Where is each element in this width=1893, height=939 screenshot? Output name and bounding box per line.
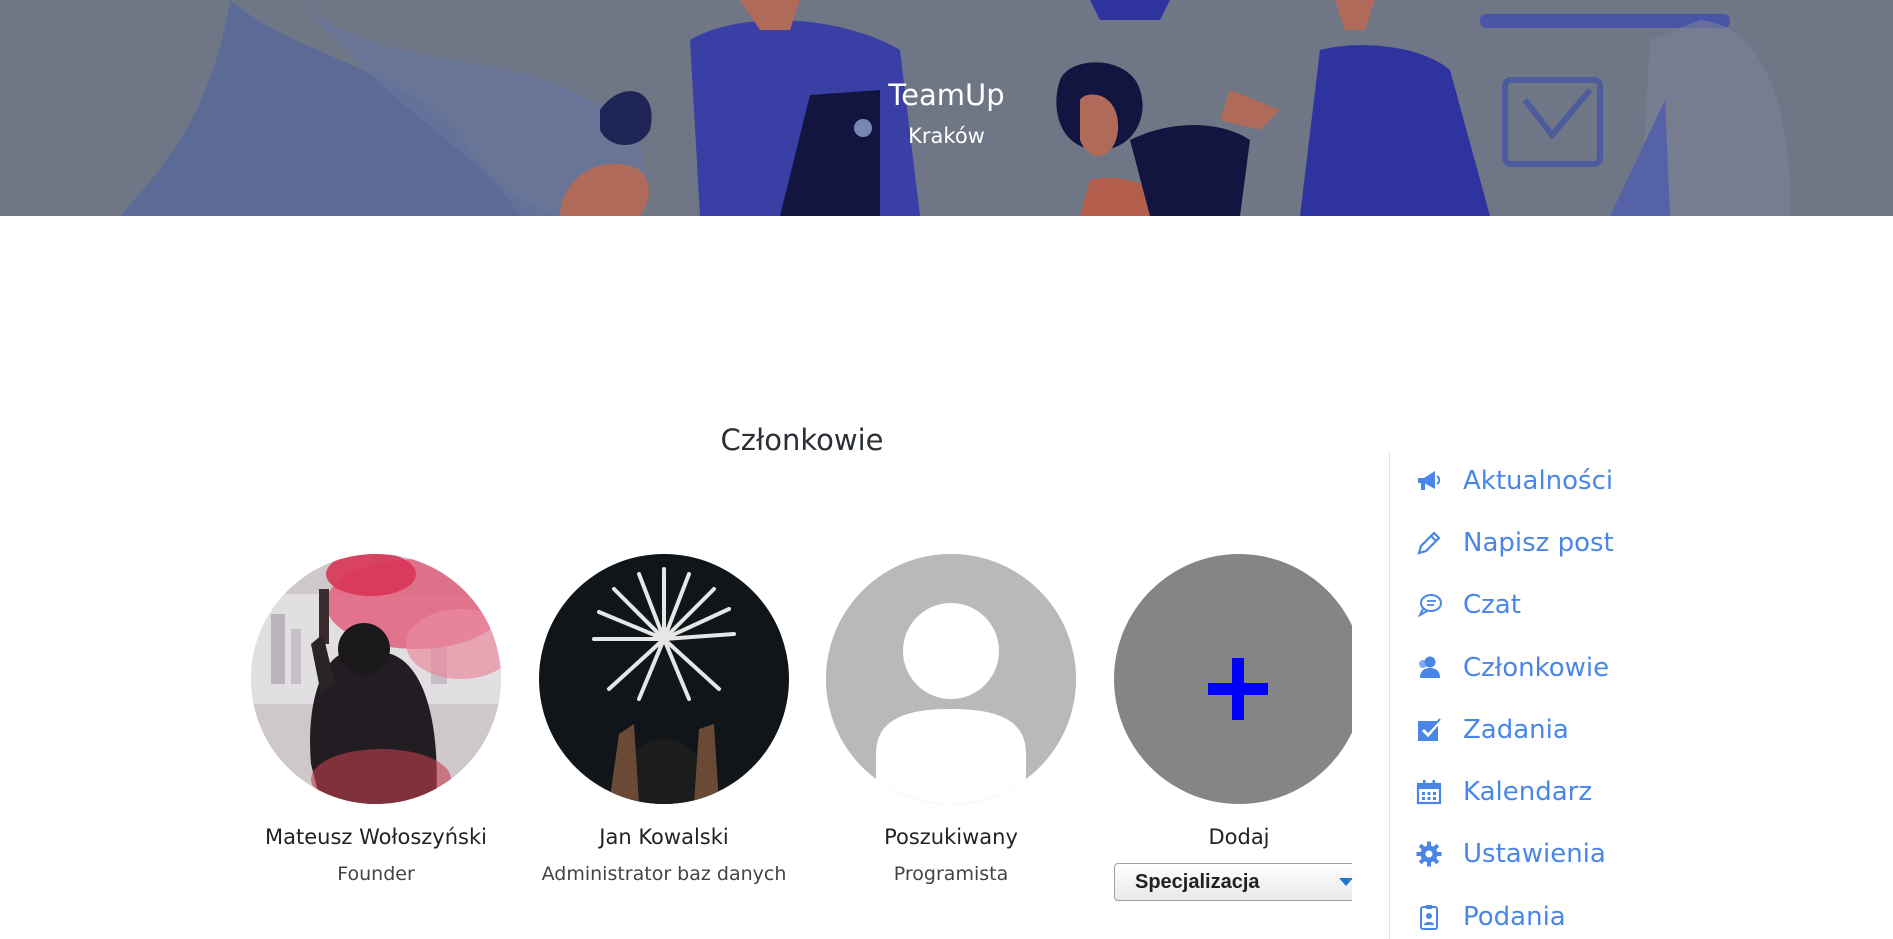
specialization-select-value: Specjalizacja <box>1135 871 1260 893</box>
avatar-placeholder[interactable] <box>826 554 1076 804</box>
member-role: Programista <box>893 863 1009 885</box>
sidebar-item-label: Kalendarz <box>1463 777 1592 807</box>
pencil-icon <box>1417 531 1441 555</box>
sidebar-item-napisz-post[interactable]: Napisz post <box>1415 523 1614 563</box>
sidebar-item-label: Podania <box>1463 902 1566 932</box>
calendar-icon <box>1416 780 1442 805</box>
member-card: Poszukiwany Programista <box>807 554 1095 886</box>
megaphone-icon <box>1418 471 1441 490</box>
chat-icon <box>1417 594 1442 618</box>
sidebar-item-ustawienia[interactable]: Ustawienia <box>1415 834 1606 874</box>
sidebar-item-label: Ustawienia <box>1463 839 1606 869</box>
specialization-select[interactable]: Specjalizacja <box>1114 863 1352 901</box>
sidebar-item-label: Czat <box>1463 590 1521 620</box>
add-member-label: Dodaj <box>1208 825 1270 849</box>
id-badge-icon <box>1420 905 1438 930</box>
sidebar-item-czlonkowie[interactable]: Członkowie <box>1415 648 1609 688</box>
avatar[interactable] <box>539 554 789 804</box>
member-name: Poszukiwany <box>884 825 1018 849</box>
header-banner: TeamUp Kraków <box>0 0 1893 216</box>
member-role: Founder <box>337 863 415 885</box>
sidebar-item-zadania[interactable]: Zadania <box>1415 710 1569 750</box>
caret-down-icon <box>1339 878 1352 886</box>
members-section-title: Członkowie <box>720 423 884 457</box>
sidebar-item-podania[interactable]: Podania <box>1415 897 1566 937</box>
sidebar-item-label: Aktualności <box>1463 466 1614 496</box>
avatar[interactable] <box>251 554 501 804</box>
checkbox-icon <box>1418 718 1442 741</box>
member-role: Administrator baz danych <box>541 863 787 885</box>
sidebar-item-czat[interactable]: Czat <box>1415 585 1521 625</box>
plus-icon <box>1208 658 1268 720</box>
sidebar: Aktualności Napisz post Czat Członkowie <box>1389 452 1893 939</box>
gear-icon <box>1416 841 1442 867</box>
sidebar-item-label: Napisz post <box>1463 528 1614 558</box>
member-card: Jan Kowalski Administrator baz danych <box>520 554 808 886</box>
sidebar-item-aktualnosci[interactable]: Aktualności <box>1415 461 1613 501</box>
users-icon <box>1419 656 1440 678</box>
member-name[interactable]: Jan Kowalski <box>520 824 808 850</box>
add-member-button[interactable] <box>1114 554 1352 804</box>
sidebar-item-label: Zadania <box>1463 715 1569 745</box>
sidebar-item-kalendarz[interactable]: Kalendarz <box>1415 772 1592 812</box>
member-name[interactable]: Mateusz Wołoszyński <box>232 824 520 850</box>
team-name: TeamUp <box>888 78 1005 112</box>
team-location: Kraków <box>908 124 985 148</box>
member-card: Mateusz Wołoszyński Founder <box>232 554 520 886</box>
sidebar-item-label: Członkowie <box>1463 653 1610 683</box>
add-member-card: Dodaj Specjalizacja <box>1092 554 1352 914</box>
